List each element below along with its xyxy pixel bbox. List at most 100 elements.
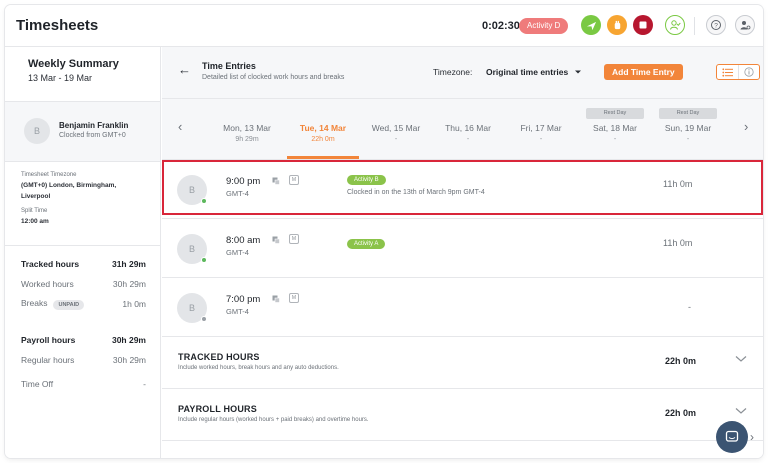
timezone-label: Timesheet Timezone (21, 172, 77, 178)
time-off-value: - (143, 379, 146, 389)
tracked-hours-label: Tracked hours (21, 259, 80, 269)
entry-time: 9:00 pm (226, 176, 261, 187)
day-tab-mon[interactable]: Mon, 13 Mar 9h 29m (209, 99, 285, 160)
tracked-hours-section[interactable]: TRACKED HOURS Include worked hours, brea… (162, 337, 763, 389)
weekly-summary-header: Weekly Summary 13 Mar - 19 Mar (5, 47, 160, 102)
svg-text:?: ? (714, 22, 718, 29)
day-tab-sat[interactable]: Rest Day Sat, 18 Mar - (577, 99, 653, 160)
regular-hours-value: 30h 29m (112, 355, 146, 365)
day-total: 22h 0m (311, 136, 335, 143)
top-bar: Timesheets 0:02:30 Activity D ? (5, 5, 763, 47)
day-name: Thu, 16 Mar (445, 123, 491, 133)
regular-hours-label: Regular hours (21, 355, 75, 365)
split-time-label: Split Time (21, 208, 48, 214)
day-total: - (394, 136, 398, 143)
time-off-row: Time Off - (21, 374, 146, 394)
payroll-hours-row: Payroll hours 30h 29m (21, 330, 146, 350)
breaks-row: Breaks UNPAID 1h 0m (21, 294, 146, 314)
tracked-hours-total: 22h 0m (665, 356, 697, 366)
worked-hours-label: Worked hours (21, 279, 74, 289)
device-icon (272, 295, 280, 303)
activity-badge: Activity B (347, 175, 386, 185)
day-tab-fri[interactable]: Fri, 17 Mar - (503, 99, 579, 160)
manual-entry-badge: M (289, 293, 299, 303)
payroll-hours-subtitle: Include regular hours (worked hours + pa… (178, 417, 369, 423)
time-entry-row[interactable]: B 8:00 am GMT-4 M Activity A 11h 0m (162, 219, 763, 278)
help-button[interactable]: ? (706, 15, 726, 35)
day-tab-thu[interactable]: Thu, 16 Mar - (430, 99, 506, 160)
split-time-value: 12:00 am (21, 218, 49, 225)
profile-settings-button[interactable] (735, 15, 755, 35)
day-total: - (539, 136, 543, 143)
week-range: 13 Mar - 19 Mar (28, 73, 93, 83)
online-status-dot (201, 198, 207, 204)
timesheet-timezone-info: Timesheet Timezone (GMT+0) London, Birmi… (5, 162, 160, 246)
hand-icon (614, 20, 620, 29)
time-entry-row[interactable]: B 7:00 pm GMT-4 M - (162, 278, 763, 337)
entry-duration: 11h 0m (663, 238, 693, 248)
hours-stats: Tracked hours 31h 29m Worked hours 30h 2… (5, 246, 160, 394)
entry-duration: - (688, 302, 691, 312)
clock-out-button[interactable] (633, 15, 653, 35)
add-time-entry-button[interactable]: Add Time Entry (604, 64, 683, 80)
list-view-button[interactable] (717, 65, 738, 79)
day-tab-sun[interactable]: Rest Day Sun, 19 Mar - (650, 99, 726, 160)
time-entries-panel: ← Time Entries Detailed list of clocked … (162, 47, 763, 458)
entry-timezone: GMT-4 (226, 189, 249, 198)
day-total: - (613, 136, 617, 143)
break-button[interactable] (581, 15, 601, 35)
tracked-hours-value: 31h 29m (111, 259, 146, 269)
user-card: B Benjamin Franklin Clocked from GMT+0 (5, 102, 160, 162)
worked-hours-value: 30h 29m (112, 279, 146, 289)
stats-spacer (21, 314, 146, 330)
chevron-down-icon[interactable] (735, 355, 747, 363)
user-name: Benjamin Franklin (59, 121, 129, 130)
day-name: Mon, 13 Mar (223, 123, 271, 133)
plane-icon (586, 21, 596, 30)
chevron-left-icon[interactable]: ‹ (178, 119, 182, 134)
tracked-hours-row: Tracked hours 31h 29m (21, 254, 146, 274)
timezone-select-value: Original time entries (486, 67, 569, 77)
payroll-hours-title: PAYROLL HOURS (178, 404, 257, 414)
worked-hours-row: Worked hours 30h 29m (21, 274, 146, 294)
online-status-dot (201, 257, 207, 263)
chevron-down-icon (574, 70, 581, 74)
day-selector: ‹ Mon, 13 Mar 9h 29m Tue, 14 Mar 22h 0m … (162, 99, 763, 160)
info-view-button[interactable] (737, 65, 760, 79)
breaks-value: 1h 0m (122, 299, 146, 309)
timezone-select[interactable]: Original time entries (486, 67, 582, 77)
day-tab-tue[interactable]: Tue, 14 Mar 22h 0m (285, 99, 361, 160)
chevron-right-icon[interactable]: › (744, 119, 748, 134)
entry-timezone: GMT-4 (226, 248, 249, 257)
active-day-underline (287, 156, 359, 159)
payroll-hours-value: 30h 29m (111, 335, 146, 345)
chevron-right-icon[interactable]: › (750, 430, 754, 444)
day-total: 9h 29m (235, 136, 259, 143)
manual-entry-badge: M (289, 234, 299, 244)
back-arrow-icon[interactable]: ← (178, 62, 191, 77)
chat-icon (725, 430, 739, 442)
day-name: Fri, 17 Mar (520, 123, 562, 133)
current-activity-badge[interactable]: Activity D (519, 18, 569, 34)
entry-duration: 11h 0m (663, 179, 693, 189)
entry-timezone: GMT-4 (226, 307, 249, 316)
pause-button[interactable] (607, 15, 627, 35)
chevron-down-icon[interactable] (735, 407, 747, 415)
payroll-hours-section[interactable]: PAYROLL HOURS Include regular hours (wor… (162, 389, 763, 441)
time-entry-row[interactable]: B 9:00 pm GMT-4 M Activity B Clocked in … (162, 160, 763, 219)
time-off-label: Time Off (21, 379, 54, 389)
offline-status-dot (201, 316, 207, 322)
rest-day-badge: Rest Day (659, 108, 717, 119)
user-status-button[interactable] (665, 15, 685, 35)
tracked-hours-title: TRACKED HOURS (178, 352, 260, 362)
rest-day-badge: Rest Day (586, 108, 644, 119)
day-tab-wed[interactable]: Wed, 15 Mar - (358, 99, 434, 160)
app-title: Timesheets (16, 17, 99, 34)
user-clocked-from: Clocked from GMT+0 (59, 132, 126, 139)
topbar-divider (694, 17, 695, 35)
time-entries-title: Time Entries (202, 61, 256, 71)
tracked-hours-subtitle: Include worked hours, break hours and an… (178, 365, 339, 371)
entry-time: 8:00 am (226, 235, 261, 246)
app-window: Timesheets 0:02:30 Activity D ? Weekly S… (5, 5, 763, 458)
chat-support-button[interactable] (716, 421, 748, 453)
